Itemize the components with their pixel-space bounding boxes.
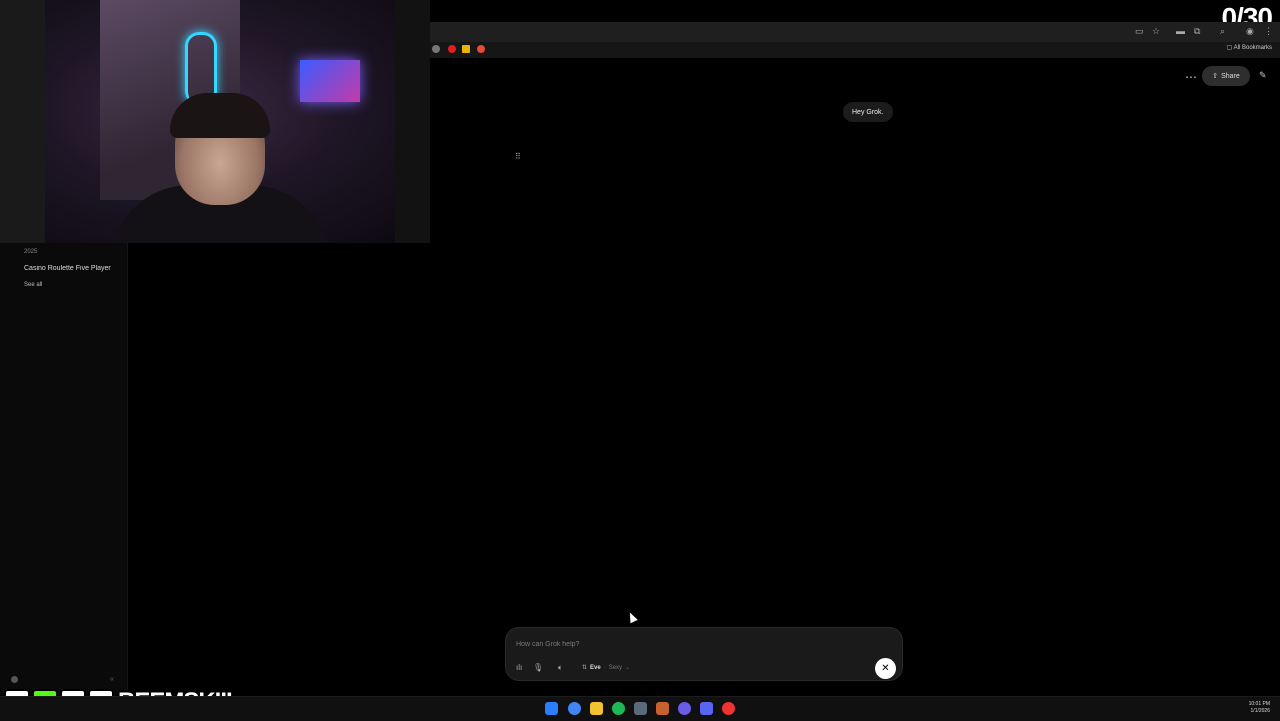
system-clock[interactable]: 10:01 PM 1/1/2026 (1249, 701, 1270, 715)
profile-avatar[interactable]: ◉ (1246, 26, 1254, 37)
settings-sliders-icon: ⇅ (582, 665, 588, 671)
voice-style: Sexy (608, 664, 623, 671)
bookmark-favicon[interactable] (462, 45, 470, 53)
collapse-sidebar-icon[interactable]: « (110, 676, 114, 683)
windows-taskbar: 10:01 PM 1/1/2026 (0, 696, 1280, 721)
webcam-overlay (0, 0, 430, 243)
user-avatar[interactable] (11, 676, 18, 683)
all-bookmarks-button[interactable]: ▢ All Bookmarks (1227, 44, 1272, 51)
voice-name: Eve (590, 664, 601, 671)
app-icon[interactable] (656, 702, 669, 715)
more-options-icon[interactable]: ⋯ (1185, 70, 1197, 84)
voice-waveform-icon[interactable]: ılı (516, 663, 522, 672)
start-menu-icon[interactable] (545, 702, 558, 715)
bookmark-star-icon[interactable]: ☆ (1152, 26, 1160, 37)
all-bookmarks-label: All Bookmarks (1233, 45, 1272, 51)
share-label: Share (1221, 72, 1240, 80)
chat-composer: ılı 🎙︎ 🔈︎ ⇅ Eve · Sexy ⌄ ✕ (505, 627, 903, 681)
history-item[interactable]: Casino Roulette Five Player (24, 265, 119, 272)
browser-toolbar: ▭ ☆ ▬ ⧉ ⌕ ◉ ⋮ (430, 22, 1280, 42)
bookmarks-bar: ▢ All Bookmarks (430, 42, 1280, 58)
cast-icon[interactable]: ▭ (1135, 26, 1144, 37)
share-button[interactable]: ⇧ Share (1202, 66, 1250, 86)
clock-date: 1/1/2026 (1250, 708, 1270, 714)
puzzle-icon[interactable]: ⧉ (1194, 26, 1200, 37)
chrome-icon[interactable] (568, 702, 581, 715)
microphone-icon[interactable]: 🎙︎ (533, 663, 543, 672)
tab-search-icon[interactable]: ⌕ (1220, 26, 1225, 37)
close-voice-button[interactable]: ✕ (875, 658, 896, 679)
bookmark-favicon[interactable] (477, 45, 485, 53)
speaker-icon[interactable]: 🔈︎ (558, 663, 563, 673)
share-icon: ⇧ (1212, 73, 1219, 80)
app-icon[interactable] (678, 702, 691, 715)
see-all-link[interactable]: See all (24, 282, 42, 288)
chevron-down-icon: ⌄ (625, 665, 631, 671)
new-chat-icon[interactable]: ✎ (1259, 70, 1267, 81)
browser-menu-icon[interactable]: ⋮ (1264, 26, 1273, 37)
bookmark-favicon[interactable] (432, 45, 440, 53)
user-message-bubble: Hey Grok. (843, 102, 893, 122)
extension-icon[interactable]: ▬ (1176, 26, 1185, 36)
chat-input[interactable] (514, 636, 858, 652)
history-year-heading: 2025 (24, 249, 38, 255)
discord-icon[interactable] (700, 702, 713, 715)
loading-indicator-icon: ⠿ (515, 152, 521, 161)
voice-selector[interactable]: ⇅ Eve · Sexy ⌄ (582, 661, 630, 674)
spotify-icon[interactable] (612, 702, 625, 715)
close-icon: ✕ (881, 663, 890, 674)
app-icon[interactable] (722, 702, 735, 715)
history-sidebar: 2025 Casino Roulette Five Player See all (0, 243, 128, 695)
file-explorer-icon[interactable] (590, 702, 603, 715)
bookmark-favicon[interactable] (448, 45, 456, 53)
clock-time: 10:01 PM (1248, 701, 1270, 707)
app-icon[interactable] (634, 702, 647, 715)
mouse-cursor (626, 610, 638, 624)
